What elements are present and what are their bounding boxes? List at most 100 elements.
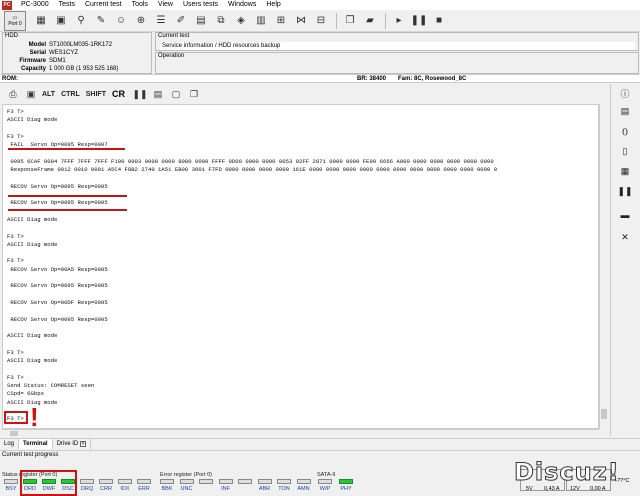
menu-current-test[interactable]: Current test bbox=[80, 0, 127, 10]
layers-icon[interactable]: ⧉ bbox=[212, 12, 230, 30]
scroll-thumb[interactable] bbox=[601, 409, 607, 419]
operation-title: Operation bbox=[158, 53, 185, 59]
hierarchy-icon[interactable]: ⊞ bbox=[272, 12, 290, 30]
terminal-line: CSpd= 6Gbps bbox=[7, 390, 44, 398]
vertical-scrollbar[interactable] bbox=[599, 104, 607, 429]
error-register-led bbox=[179, 479, 194, 484]
document-icon[interactable]: ▤ bbox=[617, 104, 633, 118]
terminal-line: F3 T> bbox=[7, 373, 24, 381]
copy-icon[interactable]: ❐ bbox=[341, 12, 359, 30]
error-register-led-label: BBK bbox=[161, 486, 173, 492]
family-label: Fam: 8C, Rosewood_8C bbox=[398, 76, 467, 82]
tab-terminal[interactable]: Terminal bbox=[19, 439, 53, 449]
operation-panel: Operation bbox=[155, 52, 639, 74]
wrench-icon[interactable]: ✎ bbox=[92, 12, 110, 30]
stack-icon[interactable]: ▥ bbox=[252, 12, 270, 30]
chip-icon[interactable]: ▣ bbox=[52, 12, 70, 30]
main-toolbar: ▭ Port 0 ▦ ▣ ⚲ ✎ ☺ ⊕ ☰ ✐ ▤ ⧉ ◈ ▥ ⊞ ⋈ ⊟ ❐… bbox=[0, 10, 640, 32]
status-register-led-label: BSY bbox=[5, 486, 17, 492]
hdd-panel-title: HDD bbox=[5, 33, 18, 39]
error-register-led bbox=[218, 479, 233, 484]
scroll-thumb[interactable] bbox=[10, 431, 18, 436]
power-5v-current: 0,43 A bbox=[544, 486, 560, 492]
current-test-title: Current test bbox=[158, 33, 190, 39]
pause-icon[interactable]: ❚❚ bbox=[132, 87, 147, 101]
hdd-capacity-label: Capacity bbox=[20, 66, 46, 72]
ctrl-button[interactable]: CTRL bbox=[61, 91, 80, 98]
terminal-line: ASCII Diag mode bbox=[7, 215, 58, 223]
pause-icon[interactable]: ❚❚ bbox=[617, 184, 633, 198]
list-icon[interactable]: ☰ bbox=[152, 12, 170, 30]
menu-help[interactable]: Help bbox=[261, 0, 285, 10]
tools-icon[interactable]: ✕ bbox=[617, 230, 633, 244]
close-icon[interactable]: × bbox=[80, 441, 87, 447]
hdd-firmware-label: Firmware bbox=[19, 58, 46, 64]
terminal-line: RECOV Servo Op=0095 Resp=0005 bbox=[7, 282, 108, 290]
drive-icon[interactable]: ▬ bbox=[617, 208, 633, 222]
terminal-line: ASCII Diag mode bbox=[7, 332, 58, 340]
tab-terminal-label: Terminal bbox=[23, 441, 48, 447]
status-register-led bbox=[4, 479, 18, 484]
shift-button[interactable]: SHIFT bbox=[86, 91, 106, 98]
menu-tools[interactable]: Tools bbox=[127, 0, 153, 10]
folder-icon[interactable]: ▰ bbox=[361, 12, 379, 30]
hdd-capacity-row: Capacity 1 000 GB (1 953 525 168) bbox=[3, 65, 153, 73]
clear-icon[interactable]: ▢ bbox=[169, 87, 183, 101]
terminal-line: ASCII Diag mode bbox=[7, 240, 58, 248]
user-icon[interactable]: ☺ bbox=[112, 12, 130, 30]
terminal-line: RECOV Servo Op=00DF Resp=0005 bbox=[7, 298, 108, 306]
status-register-led bbox=[118, 479, 132, 484]
cr-button[interactable]: CR bbox=[112, 89, 125, 99]
chip-icon[interactable]: ▦ bbox=[617, 164, 633, 178]
error-register-led-label: AMN bbox=[297, 486, 310, 492]
grid-icon[interactable]: ▦ bbox=[32, 12, 50, 30]
hdd-capacity-value: 1 000 GB (1 953 525 168) bbox=[49, 66, 119, 72]
highlight-box bbox=[4, 411, 28, 424]
tab-drive-id[interactable]: Drive ID × bbox=[53, 439, 92, 449]
pencil-icon[interactable]: ✐ bbox=[172, 12, 190, 30]
menu-windows[interactable]: Windows bbox=[223, 0, 261, 10]
tree-icon[interactable]: ⊟ bbox=[312, 12, 330, 30]
toolbar-divider bbox=[385, 12, 386, 29]
right-sidebar: ⓘ ▤ ⦅⦆ ▯ ▦ ❚❚ ▬ ✕ bbox=[610, 84, 638, 436]
error-register-led-label: TON bbox=[278, 486, 290, 492]
save-log-icon[interactable]: ▤ bbox=[151, 87, 165, 101]
save-icon[interactable]: ▣ bbox=[24, 87, 38, 101]
hdd-firmware-row: Firmware SDM1 bbox=[3, 57, 153, 65]
terminal-line: F3 T> bbox=[7, 132, 24, 140]
alt-button[interactable]: ALT bbox=[42, 91, 55, 98]
menu-view[interactable]: View bbox=[153, 0, 178, 10]
highlight-underline bbox=[8, 148, 125, 150]
play-icon[interactable]: ▸ bbox=[390, 12, 408, 30]
open-icon[interactable]: ⎙ bbox=[6, 87, 20, 101]
plus-icon[interactable]: ⊕ bbox=[132, 12, 150, 30]
title-bar: PC PC-3000 Tests Current test Tools View… bbox=[0, 0, 640, 10]
menu-users-tests[interactable]: Users tests bbox=[178, 0, 223, 10]
tab-log-label: Log bbox=[4, 441, 15, 447]
terminal-line: F3 T> bbox=[7, 348, 24, 356]
network-icon[interactable]: ⋈ bbox=[292, 12, 310, 30]
terminal-output[interactable]: F3 T> ASCII Diag mode F3 T> FAIL Servo Op=… bbox=[2, 104, 599, 429]
table-icon[interactable]: ▤ bbox=[192, 12, 210, 30]
menu-tests[interactable]: Tests bbox=[54, 0, 80, 10]
menu-pc3000[interactable]: PC-3000 bbox=[16, 0, 54, 10]
pause-icon[interactable]: ❚❚ bbox=[410, 12, 428, 30]
rom-label: ROM: bbox=[2, 76, 18, 82]
status-register-led-label: DSC bbox=[62, 486, 74, 492]
hdd-model-label: Model bbox=[28, 42, 46, 48]
copy-icon[interactable]: ❐ bbox=[187, 87, 201, 101]
port-button[interactable]: ▭ Port 0 bbox=[4, 10, 26, 31]
stop-icon[interactable]: ■ bbox=[430, 12, 448, 30]
terminal-line: ResponseFrame 0012 0010 0001 A5C4 F8B2 2… bbox=[7, 166, 498, 174]
tab-log[interactable]: Log bbox=[0, 439, 20, 449]
status-register-led-label: IDX bbox=[120, 486, 130, 492]
hdd-panel: HDD Model ST1000LM035-1RK172 Serial WES1… bbox=[2, 32, 152, 74]
rw-icon[interactable]: ▯ bbox=[617, 144, 633, 158]
cube-icon[interactable]: ◈ bbox=[232, 12, 250, 30]
status-register-led-label: DWF bbox=[42, 486, 56, 492]
search-icon[interactable]: ⚲ bbox=[72, 12, 90, 30]
error-register-led bbox=[277, 479, 291, 484]
horizontal-scrollbar[interactable] bbox=[2, 429, 599, 436]
info-icon[interactable]: ⓘ bbox=[617, 86, 633, 100]
code-icon[interactable]: ⦅⦆ bbox=[617, 124, 633, 138]
